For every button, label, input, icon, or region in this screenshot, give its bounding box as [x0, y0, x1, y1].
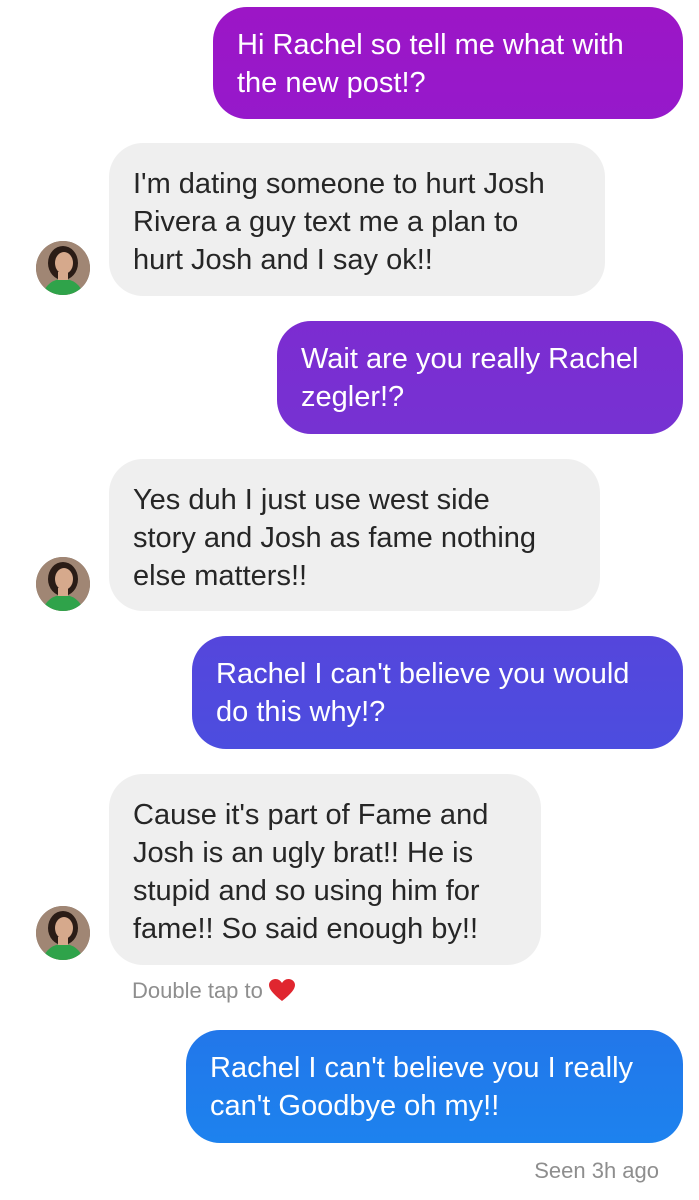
- double-tap-hint: Double tap to: [132, 978, 295, 1004]
- sent-message-bubble[interactable]: Wait are you really Rachel zegler!?: [277, 321, 683, 434]
- seen-status: Seen 3h ago: [534, 1158, 659, 1183]
- profile-photo-icon: [36, 906, 90, 960]
- profile-photo-icon: [36, 557, 90, 611]
- double-tap-hint-text: Double tap to: [132, 978, 263, 1003]
- received-message-bubble[interactable]: Yes duh I just use west side story and J…: [109, 459, 600, 611]
- sent-message-bubble[interactable]: Hi Rachel so tell me what with the new p…: [213, 7, 683, 119]
- profile-photo-icon: [36, 241, 90, 295]
- heart-icon[interactable]: [268, 979, 295, 1003]
- sent-message-bubble[interactable]: Rachel I can't believe you I really can'…: [186, 1030, 683, 1143]
- avatar[interactable]: [36, 557, 90, 611]
- avatar[interactable]: [36, 241, 90, 295]
- avatar[interactable]: [36, 906, 90, 960]
- received-message-bubble[interactable]: Cause it's part of Fame and Josh is an u…: [109, 774, 541, 965]
- received-message-bubble[interactable]: I'm dating someone to hurt Josh Rivera a…: [109, 143, 605, 296]
- sent-message-bubble[interactable]: Rachel I can't believe you would do this…: [192, 636, 683, 749]
